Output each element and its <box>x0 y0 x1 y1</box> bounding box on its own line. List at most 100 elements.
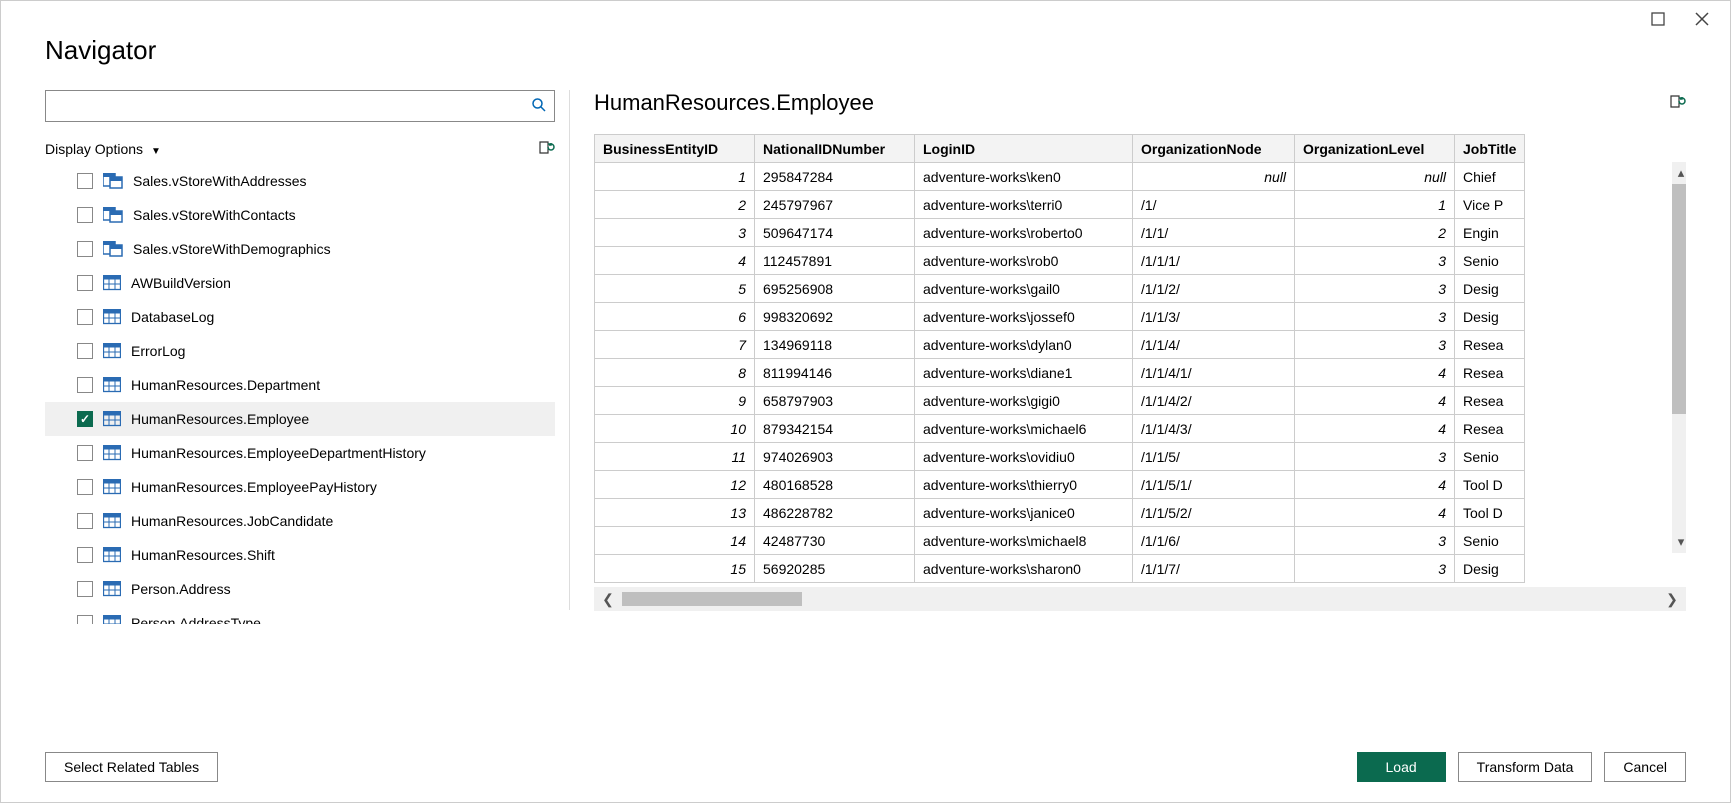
hscroll-thumb[interactable] <box>622 592 802 606</box>
table-cell: 11 <box>595 443 755 471</box>
tree-item[interactable]: Sales.vStoreWithDemographics <box>45 232 555 266</box>
table-icon <box>103 343 121 359</box>
table-row[interactable]: 1556920285adventure-works\sharon0/1/1/7/… <box>595 555 1525 583</box>
table-cell: 879342154 <box>755 415 915 443</box>
table-cell: /1/1/5/ <box>1133 443 1295 471</box>
cancel-button[interactable]: Cancel <box>1604 752 1686 782</box>
table-row[interactable]: 1442487730adventure-works\michael8/1/1/6… <box>595 527 1525 555</box>
tree-item[interactable]: Person.AddressType <box>45 606 555 624</box>
table-cell: 15 <box>595 555 755 583</box>
table-cell: adventure-works\thierry0 <box>915 471 1133 499</box>
table-row[interactable]: 3509647174adventure-works\roberto0/1/1/2… <box>595 219 1525 247</box>
tree-item-checkbox[interactable] <box>77 309 93 325</box>
table-row[interactable]: 4112457891adventure-works\rob0/1/1/1/3Se… <box>595 247 1525 275</box>
table-row[interactable]: 2245797967adventure-works\terri0/1/1Vice… <box>595 191 1525 219</box>
tree-item-checkbox[interactable] <box>77 513 93 529</box>
scroll-up-arrow[interactable]: ▴ <box>1672 162 1686 184</box>
table-row[interactable]: 10879342154adventure-works\michael6/1/1/… <box>595 415 1525 443</box>
table-row[interactable]: 8811994146adventure-works\diane1/1/1/4/1… <box>595 359 1525 387</box>
tree-item[interactable]: ErrorLog <box>45 334 555 368</box>
table-cell: Desig <box>1455 303 1525 331</box>
navigator-tree[interactable]: Sales.vStoreWithAddressesSales.vStoreWit… <box>45 164 555 624</box>
column-header[interactable]: BusinessEntityID <box>595 135 755 163</box>
table-cell: adventure-works\rob0 <box>915 247 1133 275</box>
table-icon <box>103 377 121 393</box>
tree-item-checkbox[interactable] <box>77 207 93 223</box>
search-icon[interactable] <box>524 97 554 116</box>
table-cell: 811994146 <box>755 359 915 387</box>
vscroll-thumb[interactable] <box>1672 184 1686 414</box>
table-row[interactable]: 7134969118adventure-works\dylan0/1/1/4/3… <box>595 331 1525 359</box>
tree-item[interactable]: HumanResources.Employee <box>45 402 555 436</box>
table-icon <box>103 615 121 624</box>
tree-item[interactable]: Person.Address <box>45 572 555 606</box>
tree-item-checkbox[interactable] <box>77 275 93 291</box>
search-input[interactable] <box>46 98 524 114</box>
column-header[interactable]: OrganizationLevel <box>1295 135 1455 163</box>
table-cell: 134969118 <box>755 331 915 359</box>
tree-item[interactable]: HumanResources.Shift <box>45 538 555 572</box>
preview-refresh-icon[interactable] <box>1668 94 1686 112</box>
tree-item[interactable]: AWBuildVersion <box>45 266 555 300</box>
table-row[interactable]: 11974026903adventure-works\ovidiu0/1/1/5… <box>595 443 1525 471</box>
scroll-right-arrow[interactable]: ❯ <box>1658 591 1686 608</box>
table-cell: Senio <box>1455 443 1525 471</box>
table-cell: adventure-works\terri0 <box>915 191 1133 219</box>
tree-item-checkbox[interactable] <box>77 615 93 624</box>
display-options-dropdown[interactable]: Display Options ▼ <box>45 141 161 157</box>
tree-item-checkbox[interactable] <box>77 343 93 359</box>
table-cell: 4 <box>1295 415 1455 443</box>
maximize-button[interactable] <box>1648 9 1668 29</box>
table-row[interactable]: 6998320692adventure-works\jossef0/1/1/3/… <box>595 303 1525 331</box>
tree-item-checkbox[interactable] <box>77 581 93 597</box>
tree-item[interactable]: DatabaseLog <box>45 300 555 334</box>
search-input-container[interactable] <box>45 90 555 122</box>
tree-item-checkbox[interactable] <box>77 479 93 495</box>
tree-item-checkbox[interactable] <box>77 173 93 189</box>
tree-item[interactable]: Sales.vStoreWithContacts <box>45 198 555 232</box>
column-header[interactable]: LoginID <box>915 135 1133 163</box>
grid-vertical-scrollbar[interactable]: ▴ ▾ <box>1672 162 1686 553</box>
tree-item-label: Sales.vStoreWithDemographics <box>133 241 331 257</box>
refresh-icon[interactable] <box>537 140 555 158</box>
tree-item-checkbox[interactable] <box>77 241 93 257</box>
tree-item-checkbox[interactable] <box>77 547 93 563</box>
scroll-down-arrow[interactable]: ▾ <box>1672 531 1686 553</box>
tree-item-checkbox[interactable] <box>77 445 93 461</box>
scroll-left-arrow[interactable]: ❮ <box>594 591 622 608</box>
table-row[interactable]: 5695256908adventure-works\gail0/1/1/2/3D… <box>595 275 1525 303</box>
tree-item[interactable]: HumanResources.JobCandidate <box>45 504 555 538</box>
tree-item[interactable]: Sales.vStoreWithAddresses <box>45 164 555 198</box>
table-cell: adventure-works\michael8 <box>915 527 1133 555</box>
table-cell: Vice P <box>1455 191 1525 219</box>
tree-item-label: HumanResources.Shift <box>131 547 275 563</box>
tree-item[interactable]: HumanResources.EmployeeDepartmentHistory <box>45 436 555 470</box>
table-row[interactable]: 9658797903adventure-works\gigi0/1/1/4/2/… <box>595 387 1525 415</box>
tree-item-checkbox[interactable] <box>77 377 93 393</box>
tree-item-checkbox[interactable] <box>77 411 93 427</box>
table-cell: 1 <box>1295 191 1455 219</box>
column-header[interactable]: NationalIDNumber <box>755 135 915 163</box>
table-row[interactable]: 13486228782adventure-works\janice0/1/1/5… <box>595 499 1525 527</box>
preview-grid: BusinessEntityIDNationalIDNumberLoginIDO… <box>594 134 1525 583</box>
table-row[interactable]: 1295847284adventure-works\ken0nullnullCh… <box>595 163 1525 191</box>
tree-item[interactable]: HumanResources.Department <box>45 368 555 402</box>
tree-item[interactable]: HumanResources.EmployeePayHistory <box>45 470 555 504</box>
close-button[interactable] <box>1692 9 1712 29</box>
table-cell: 295847284 <box>755 163 915 191</box>
table-cell: Resea <box>1455 359 1525 387</box>
transform-data-button[interactable]: Transform Data <box>1458 752 1593 782</box>
grid-horizontal-scrollbar[interactable]: ❮ ❯ <box>594 587 1686 611</box>
column-header[interactable]: OrganizationNode <box>1133 135 1295 163</box>
table-cell: Resea <box>1455 415 1525 443</box>
table-cell: Senio <box>1455 527 1525 555</box>
column-header[interactable]: JobTitle <box>1455 135 1525 163</box>
load-button[interactable]: Load <box>1357 752 1446 782</box>
select-related-tables-button[interactable]: Select Related Tables <box>45 752 218 782</box>
table-cell: 4 <box>1295 359 1455 387</box>
table-cell: /1/1/4/1/ <box>1133 359 1295 387</box>
table-row[interactable]: 12480168528adventure-works\thierry0/1/1/… <box>595 471 1525 499</box>
view-icon <box>103 173 123 189</box>
table-cell: Tool D <box>1455 471 1525 499</box>
dialog-title: Navigator <box>45 35 1686 66</box>
